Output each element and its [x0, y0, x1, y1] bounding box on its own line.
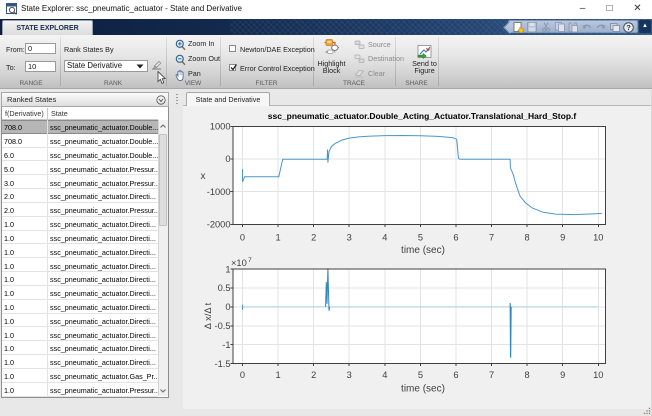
- svg-text:0: 0: [225, 302, 230, 312]
- svg-text:6: 6: [453, 370, 458, 380]
- svg-text:4: 4: [382, 233, 387, 243]
- svg-text:-0.5: -0.5: [214, 321, 230, 331]
- svg-text:-2000: -2000: [207, 220, 231, 230]
- svg-text:-1.5: -1.5: [214, 359, 230, 369]
- svg-text:10: 10: [593, 370, 603, 380]
- svg-text:3: 3: [347, 370, 352, 380]
- svg-text:5: 5: [418, 370, 423, 380]
- svg-text:3: 3: [347, 233, 352, 243]
- svg-text:x: x: [201, 171, 206, 182]
- svg-text:7: 7: [248, 257, 252, 264]
- svg-text:5: 5: [418, 233, 423, 243]
- svg-text:9: 9: [560, 370, 565, 380]
- svg-text:8: 8: [525, 233, 530, 243]
- svg-text:2: 2: [311, 233, 316, 243]
- svg-text:4: 4: [382, 370, 387, 380]
- svg-text:1: 1: [225, 264, 230, 274]
- svg-text:10: 10: [593, 233, 603, 243]
- svg-text:8: 8: [525, 370, 530, 380]
- svg-text:ssc_pneumatic_actuator.Double_: ssc_pneumatic_actuator.Double_Acting_Act…: [268, 111, 577, 121]
- svg-text:7: 7: [489, 370, 494, 380]
- svg-text:-1: -1: [222, 340, 230, 350]
- svg-text:1: 1: [276, 370, 281, 380]
- svg-text:time (sec): time (sec): [401, 245, 445, 256]
- svg-text:time (sec): time (sec): [401, 384, 445, 395]
- svg-text:1: 1: [276, 233, 281, 243]
- svg-text:0: 0: [240, 370, 245, 380]
- svg-text:0.5: 0.5: [218, 283, 231, 293]
- svg-text:×10: ×10: [231, 258, 247, 268]
- svg-text:9: 9: [560, 233, 565, 243]
- svg-text:-1000: -1000: [207, 187, 231, 197]
- svg-text:0: 0: [225, 154, 230, 164]
- svg-text:2: 2: [311, 370, 316, 380]
- svg-text:7: 7: [489, 233, 494, 243]
- svg-text:6: 6: [453, 233, 458, 243]
- svg-text:0: 0: [240, 233, 245, 243]
- svg-text:Δ x/Δ t: Δ x/Δ t: [203, 302, 213, 329]
- svg-text:1000: 1000: [210, 122, 231, 132]
